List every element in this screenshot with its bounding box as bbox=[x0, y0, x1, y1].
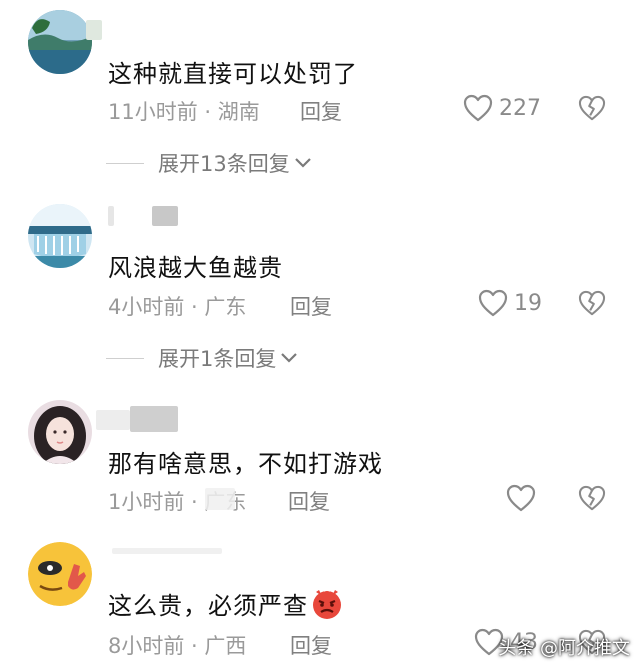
expand-label: 展开13条回复 bbox=[158, 152, 290, 176]
dislike-button[interactable] bbox=[578, 95, 606, 121]
avatar[interactable] bbox=[28, 400, 92, 464]
reply-button[interactable]: 回复 bbox=[290, 291, 332, 321]
heart-outline-icon bbox=[463, 94, 493, 122]
chevron-down-icon bbox=[281, 353, 298, 363]
comment-meta: 8小时前 · 广西 bbox=[108, 634, 247, 658]
username-blurred bbox=[152, 206, 178, 226]
comment-text-body: 这么贵，必须严查 bbox=[108, 592, 308, 620]
comment-meta: 11小时前 · 湖南 bbox=[108, 100, 260, 124]
reply-button[interactable]: 回复 bbox=[288, 486, 330, 516]
reply-button[interactable]: 回复 bbox=[290, 630, 332, 660]
username-blurred bbox=[108, 206, 114, 226]
like-button[interactable] bbox=[506, 484, 542, 512]
reply-button[interactable]: 回复 bbox=[300, 96, 342, 126]
comment-text: 那有啥意思，不如打游戏 bbox=[108, 450, 383, 478]
comment-text: 这么贵，必须严查 bbox=[108, 586, 344, 626]
divider bbox=[106, 162, 144, 164]
avatar[interactable] bbox=[28, 542, 92, 606]
angry-face-emoji bbox=[310, 587, 344, 626]
chevron-down-icon bbox=[294, 158, 311, 168]
comment-text: 这种就直接可以处罚了 bbox=[108, 60, 358, 88]
like-button[interactable]: 19 bbox=[478, 289, 542, 317]
avatar[interactable] bbox=[28, 10, 92, 74]
expand-label: 展开1条回复 bbox=[158, 347, 277, 371]
username-blurred bbox=[86, 20, 102, 40]
location-blurred bbox=[205, 488, 235, 510]
broken-heart-icon bbox=[578, 95, 606, 121]
heart-outline-icon bbox=[478, 289, 508, 317]
comment-meta: 4小时前 · 广东 bbox=[108, 295, 247, 319]
like-count: 19 bbox=[514, 290, 542, 316]
dislike-button[interactable] bbox=[578, 290, 606, 316]
avatar[interactable] bbox=[28, 204, 92, 268]
expand-replies[interactable]: 展开1条回复 bbox=[106, 343, 298, 373]
like-button[interactable]: 227 bbox=[463, 94, 541, 122]
dislike-button[interactable] bbox=[578, 485, 606, 511]
heart-outline-icon bbox=[506, 484, 536, 512]
comment-text: 风浪越大鱼越贵 bbox=[108, 254, 283, 282]
broken-heart-icon bbox=[578, 485, 606, 511]
like-count: 227 bbox=[499, 95, 541, 121]
username-blurred bbox=[112, 548, 222, 554]
watermark: 头条 @阿介推文 bbox=[498, 638, 630, 659]
broken-heart-icon bbox=[578, 290, 606, 316]
username-blurred bbox=[96, 410, 130, 430]
expand-replies[interactable]: 展开13条回复 bbox=[106, 148, 312, 178]
username-blurred bbox=[130, 406, 178, 432]
divider bbox=[106, 357, 144, 359]
